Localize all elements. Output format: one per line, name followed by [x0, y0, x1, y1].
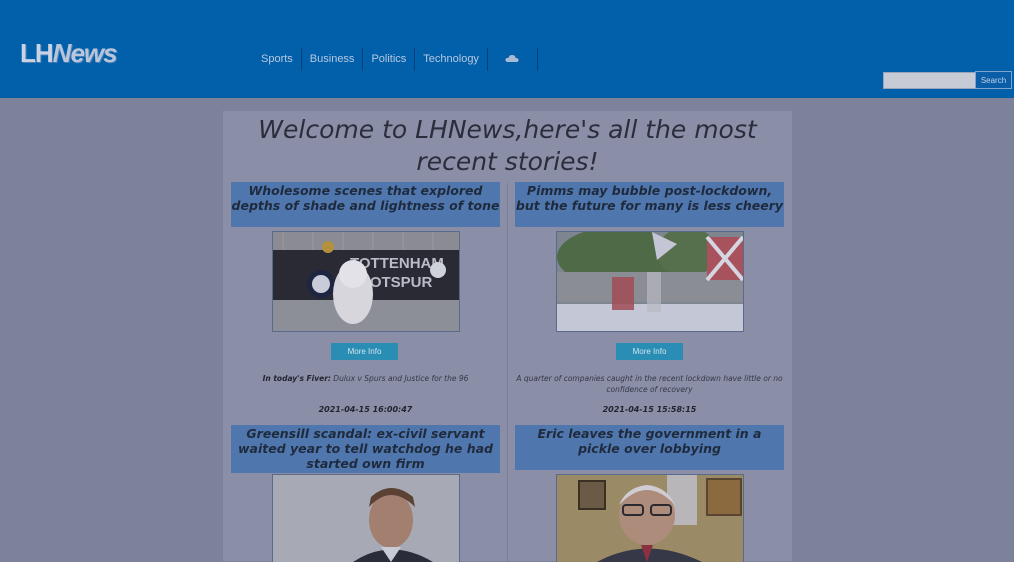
article-card: Greensill scandal: ex-civil servant wait… — [231, 425, 500, 473]
search-input[interactable] — [883, 72, 977, 89]
nav-politics[interactable]: Politics — [363, 48, 416, 71]
site-header: LHNews Sports Business Politics Technolo… — [0, 0, 1014, 98]
page-title: Welcome to LHNews,here's all the most re… — [258, 115, 757, 176]
main-nav: Sports Business Politics Technology — [253, 48, 538, 71]
article-title[interactable]: Wholesome scenes that explored depths of… — [231, 182, 500, 227]
site-logo[interactable]: LHNews — [20, 38, 118, 69]
article-image-eric[interactable] — [556, 474, 744, 562]
article-card: Wholesome scenes that explored depths of… — [231, 182, 500, 227]
nav-technology[interactable]: Technology — [415, 48, 488, 71]
article-image-pimms[interactable] — [556, 231, 744, 332]
more-info-button[interactable]: More Info — [616, 343, 683, 360]
article-image-dog[interactable]: TOTTENHAM HOTSPUR — [272, 231, 460, 332]
column-divider — [507, 183, 508, 561]
article-card: Eric leaves the government in a pickle o… — [515, 425, 784, 470]
search-button[interactable]: Search — [975, 71, 1012, 89]
nav-business[interactable]: Business — [302, 48, 364, 71]
article-image-man[interactable] — [272, 474, 460, 562]
article-summary: In today's Fiver: Dulux v Spurs and Just… — [262, 374, 469, 383]
article-card: Pimms may bubble post-lockdown, but the … — [515, 182, 784, 227]
article-timestamp: 2021-04-15 15:58:15 — [602, 405, 697, 414]
nav-sports[interactable]: Sports — [253, 48, 302, 71]
article-title[interactable]: Greensill scandal: ex-civil servant wait… — [231, 425, 500, 473]
article-title[interactable]: Eric leaves the government in a pickle o… — [515, 425, 784, 470]
main-content: Welcome to LHNews,here's all the most re… — [223, 111, 792, 562]
cloud-icon[interactable] — [488, 48, 538, 71]
article-timestamp: 2021-04-15 16:00:47 — [318, 405, 413, 414]
article-title[interactable]: Pimms may bubble post-lockdown, but the … — [515, 182, 784, 227]
more-info-button[interactable]: More Info — [331, 343, 398, 360]
article-summary: A quarter of companies caught in the rec… — [516, 374, 783, 394]
